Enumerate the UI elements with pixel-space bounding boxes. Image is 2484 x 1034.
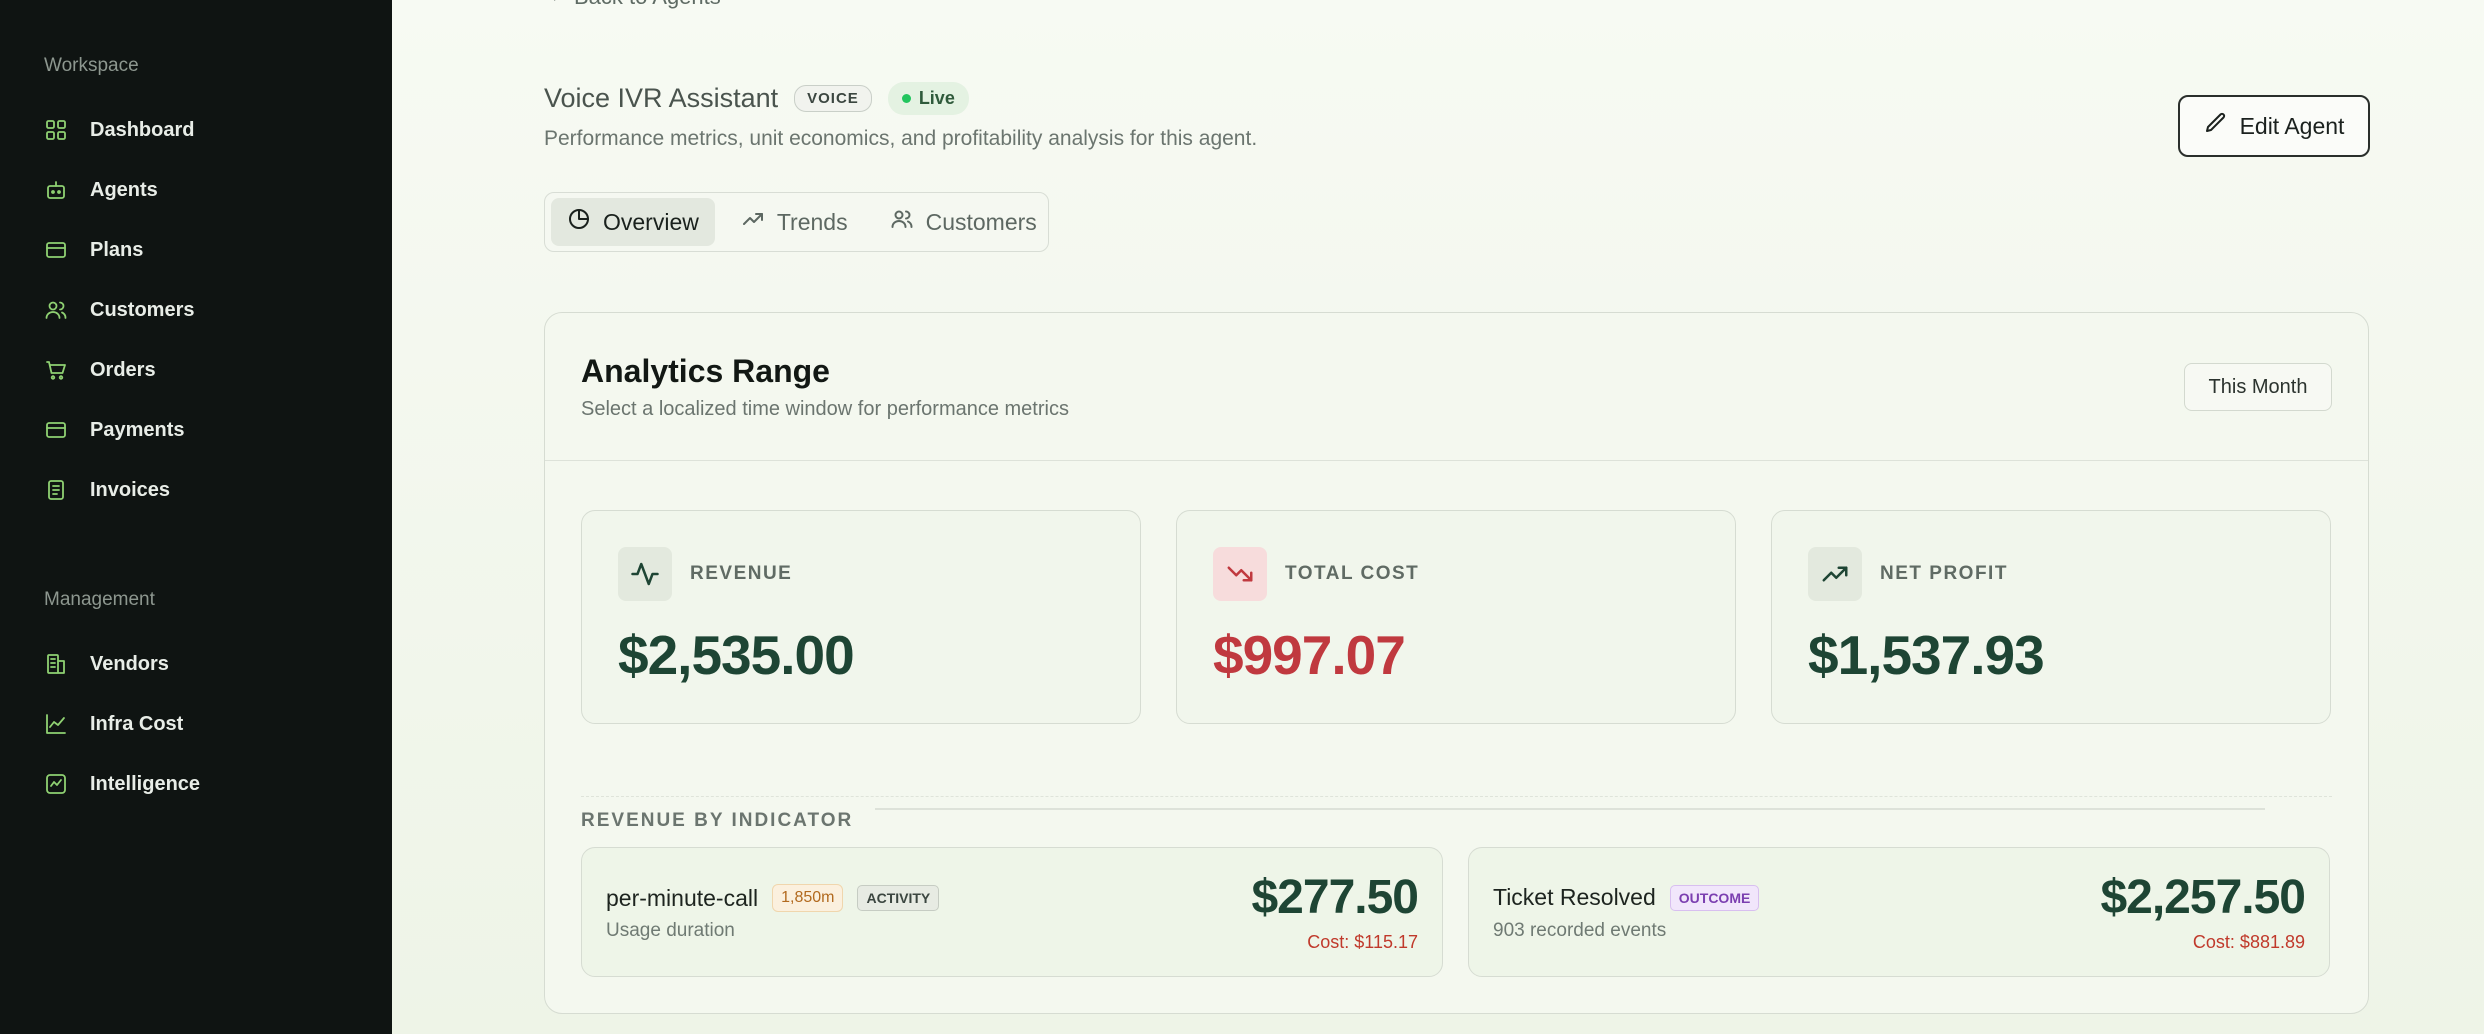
users-icon (44, 298, 68, 322)
users-icon (890, 207, 914, 237)
sidebar-item-infra-cost[interactable]: Infra Cost (44, 704, 183, 744)
indicator-amount: $277.50 (1251, 871, 1419, 924)
revenue-label: REVENUE (690, 563, 793, 584)
indicator-cost: Cost: $881.89 (2192, 932, 2305, 952)
section-rule (875, 808, 2265, 810)
indicator-detail: 903 recorded events (1493, 920, 1667, 941)
indicator-amount: $2,257.50 (2100, 871, 2306, 924)
sidebar-item-agents[interactable]: Agents (44, 170, 158, 210)
cost-metric-card: TOTAL COST $997.07 (1176, 510, 1736, 724)
main-content: Back to Agents Voice IVR Assistant VOICE… (392, 0, 2484, 1034)
revenue-metric-card: REVENUE $2,535.00 (581, 510, 1141, 724)
profit-value: $1,537.93 (1808, 624, 2045, 686)
quantity-badge: 1,850m (772, 884, 844, 912)
cost-value: $997.07 (1213, 624, 1406, 686)
pencil-icon (2204, 111, 2228, 141)
sidebar-item-label: Infra Cost (90, 712, 184, 735)
indicator-name-row: Ticket Resolved OUTCOME (1493, 884, 1760, 911)
sidebar-item-label: Agents (90, 178, 158, 201)
profit-label: NET PROFIT (1880, 563, 2008, 584)
section-divider (581, 796, 2332, 797)
sidebar-item-customers[interactable]: Customers (44, 290, 194, 330)
sidebar-item-dashboard[interactable]: Dashboard (44, 110, 194, 150)
status-dot-icon (901, 94, 911, 103)
analytics-card-header: Analytics Range Select a localized time … (545, 313, 2368, 461)
sidebar-item-payments[interactable]: Payments (44, 410, 185, 450)
analytics-card: Analytics Range Select a localized time … (544, 312, 2369, 1014)
sidebar-item-label: Dashboard (90, 118, 195, 141)
trending-up-icon (741, 207, 765, 237)
sidebar-item-label: Vendors (90, 652, 169, 675)
status-badge: Live (887, 82, 969, 115)
tab-bar: Overview Trends Customers (544, 192, 1049, 252)
indicator-cost: Cost: $115.17 (1307, 932, 1418, 952)
trending-down-icon (1213, 547, 1267, 601)
tab-label: Trends (776, 208, 848, 235)
tab-label: Overview (603, 208, 699, 235)
management-section-label: Management (44, 589, 155, 610)
tab-trends[interactable]: Trends (725, 198, 864, 246)
sidebar-item-label: Orders (90, 358, 156, 381)
agent-description: Performance metrics, unit economics, and… (544, 127, 1258, 150)
tab-label: Customers (925, 208, 1037, 235)
revenue-by-indicator-title: REVENUE BY INDICATOR (581, 810, 854, 831)
sidebar-item-label: Invoices (90, 478, 171, 501)
indicator-detail: Usage duration (606, 920, 735, 941)
cart-icon (44, 358, 68, 382)
sidebar-item-label: Customers (90, 298, 195, 321)
card-icon (44, 238, 68, 262)
revenue-value: $2,535.00 (618, 624, 855, 686)
building-icon (44, 652, 68, 676)
cost-label: TOTAL COST (1285, 563, 1420, 584)
chevron-left-icon (544, 0, 562, 10)
sidebar-item-plans[interactable]: Plans (44, 230, 143, 270)
tab-customers[interactable]: Customers (874, 198, 1053, 246)
indicator-card: per-minute-call 1,850m ACTIVITY Usage du… (581, 847, 1443, 977)
sidebar-item-vendors[interactable]: Vendors (44, 644, 169, 684)
sidebar-item-orders[interactable]: Orders (44, 350, 156, 390)
line-chart-icon (44, 712, 68, 736)
agent-header: Voice IVR Assistant VOICE Live (544, 82, 969, 115)
card-icon (44, 418, 68, 442)
edit-agent-button[interactable]: Edit Agent (2178, 95, 2370, 157)
profit-metric-card: NET PROFIT $1,537.93 (1771, 510, 2331, 724)
trending-up-icon (1808, 547, 1862, 601)
indicator-name: per-minute-call (606, 884, 759, 911)
kind-badge: ACTIVITY (857, 885, 940, 911)
agent-type-badge: VOICE (794, 85, 872, 112)
sidebar-item-invoices[interactable]: Invoices (44, 470, 170, 510)
activity-square-icon (44, 772, 68, 796)
analytics-subtitle: Select a localized time window for perfo… (581, 398, 1069, 420)
edit-agent-label: Edit Agent (2239, 112, 2345, 139)
tab-overview[interactable]: Overview (551, 198, 715, 246)
indicator-card: Ticket Resolved OUTCOME 903 recorded eve… (1468, 847, 2330, 977)
sidebar: Workspace Dashboard Agents Plans Custome… (0, 0, 392, 1034)
back-to-agents-link[interactable]: Back to Agents (544, 0, 721, 10)
range-select-button[interactable]: This Month (2184, 363, 2332, 411)
indicator-name: Ticket Resolved (1493, 884, 1656, 910)
workspace-section-label: Workspace (44, 55, 139, 76)
sidebar-item-intelligence[interactable]: Intelligence (44, 764, 200, 804)
kind-badge: OUTCOME (1669, 884, 1760, 911)
agent-name: Voice IVR Assistant (544, 83, 779, 113)
analytics-title: Analytics Range (581, 353, 830, 389)
sidebar-item-label: Intelligence (90, 772, 201, 795)
sidebar-item-label: Payments (90, 418, 185, 441)
indicator-name-row: per-minute-call 1,850m ACTIVITY (606, 884, 940, 912)
pie-chart-icon (567, 207, 591, 237)
invoice-icon (44, 478, 68, 502)
grid-icon (44, 118, 68, 142)
status-label: Live (918, 88, 955, 108)
bot-icon (44, 178, 68, 202)
back-link-label: Back to Agents (574, 0, 721, 10)
activity-icon (618, 547, 672, 601)
sidebar-item-label: Plans (90, 238, 144, 261)
